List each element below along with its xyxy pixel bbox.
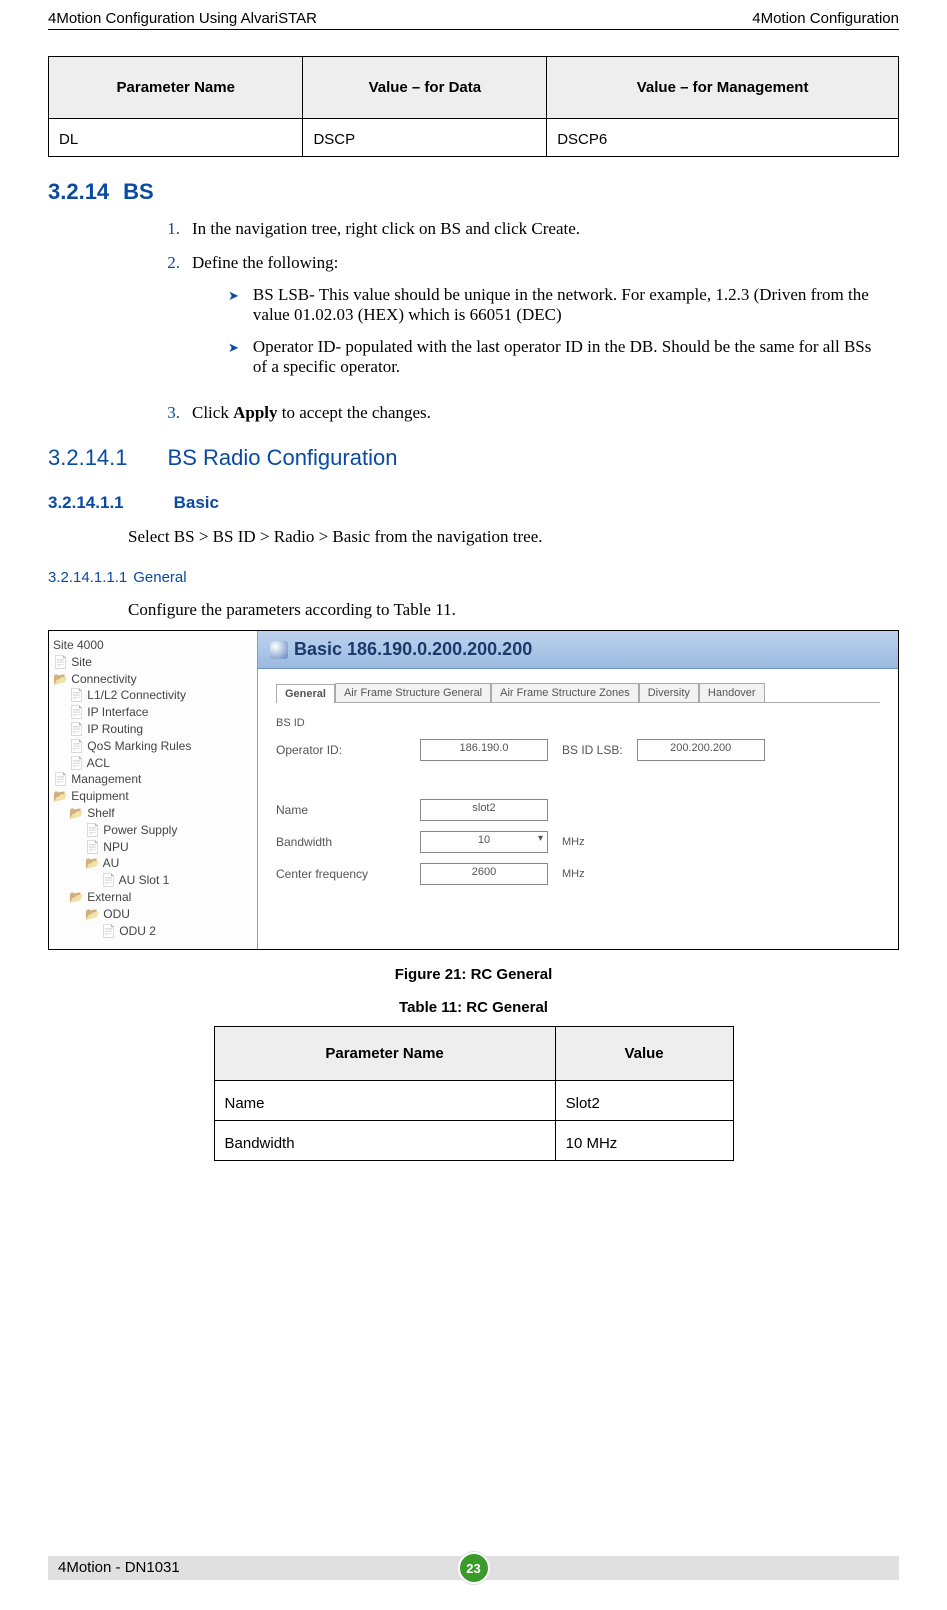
step-2: 2. Define the following: ➤ BS LSB- This … bbox=[158, 253, 879, 389]
table-row: Bandwidth 10 MHz bbox=[214, 1121, 733, 1161]
secnum: 3.2.14 bbox=[48, 179, 109, 205]
tree-shelf[interactable]: Shelf bbox=[53, 805, 253, 822]
unit-mhz: MHz bbox=[562, 836, 585, 848]
bullet-text: BS LSB- This value should be unique in t… bbox=[253, 285, 879, 325]
label-name: Name bbox=[276, 803, 406, 817]
post: to accept the changes. bbox=[278, 403, 431, 422]
label-bandwidth: Bandwidth bbox=[276, 835, 406, 849]
bullet-text: Operator ID- populated with the last ope… bbox=[253, 337, 879, 377]
cell-dscp6: DSCP6 bbox=[547, 119, 899, 157]
header-rule bbox=[48, 29, 899, 30]
screenshot-rc-general: Site 4000 Site Connectivity L1/L2 Connec… bbox=[48, 630, 899, 950]
tab-diversity[interactable]: Diversity bbox=[639, 683, 699, 702]
tree-odu[interactable]: ODU bbox=[53, 906, 253, 923]
footer-left: 4Motion - DN1031 bbox=[58, 1559, 180, 1576]
section-3-2-14-1: 3.2.14.1 BS Radio Configuration bbox=[48, 445, 899, 471]
cell: Slot2 bbox=[555, 1081, 733, 1121]
input-center-frequency[interactable]: 2600 bbox=[420, 863, 548, 885]
tab-air-frame-zones[interactable]: Air Frame Structure Zones bbox=[491, 683, 639, 702]
tree-site[interactable]: Site bbox=[53, 654, 253, 671]
th-param-name: Parameter Name bbox=[49, 57, 303, 119]
bullet-operator-id: ➤ Operator ID- populated with the last o… bbox=[228, 337, 879, 377]
secnum: 3.2.14.1.1 bbox=[48, 493, 124, 513]
panel-title-text: Basic 186.190.0.200.200.200 bbox=[294, 639, 532, 660]
tree-acl[interactable]: ACL bbox=[53, 755, 253, 772]
step-num: 1. bbox=[158, 219, 180, 239]
section-3-2-14-1-1-1: 3.2.14.1.1.1 General bbox=[48, 569, 899, 586]
bullet-bs-lsb: ➤ BS LSB- This value should be unique in… bbox=[228, 285, 879, 325]
tab-handover[interactable]: Handover bbox=[699, 683, 765, 702]
label-center-frequency: Center frequency bbox=[276, 867, 406, 881]
th-param-name: Parameter Name bbox=[214, 1027, 555, 1081]
header-left: 4Motion Configuration Using AlvariSTAR bbox=[48, 10, 317, 27]
sectitle: Basic bbox=[174, 493, 219, 513]
table-caption: Table 11: RC General bbox=[48, 999, 899, 1016]
panel-title: Basic 186.190.0.200.200.200 bbox=[258, 631, 898, 669]
table-11: Parameter Name Value Name Slot2 Bandwidt… bbox=[214, 1026, 734, 1161]
apply-bold: Apply bbox=[233, 403, 277, 422]
bullet-icon: ➤ bbox=[228, 285, 239, 325]
section-3-2-14: 3.2.14 BS bbox=[48, 179, 899, 205]
step-3: 3. Click Apply to accept the changes. bbox=[158, 403, 879, 423]
figure-caption: Figure 21: RC General bbox=[48, 966, 899, 983]
panel-icon bbox=[270, 641, 288, 659]
section-3-2-14-1-1: 3.2.14.1.1 Basic bbox=[48, 493, 899, 513]
th-value-mgmt: Value – for Management bbox=[547, 57, 899, 119]
step-num: 2. bbox=[158, 253, 180, 389]
cell: Name bbox=[214, 1081, 555, 1121]
sectitle: BS bbox=[123, 179, 154, 205]
label-operator-id: Operator ID: bbox=[276, 743, 406, 757]
tab-general[interactable]: General bbox=[276, 684, 335, 703]
tree-qos[interactable]: QoS Marking Rules bbox=[53, 738, 253, 755]
tree-ip-interface[interactable]: IP Interface bbox=[53, 704, 253, 721]
sectitle: General bbox=[133, 569, 186, 586]
secnum: 3.2.14.1.1.1 bbox=[48, 569, 127, 586]
general-intro: Configure the parameters according to Ta… bbox=[128, 600, 899, 620]
tree-equipment[interactable]: Equipment bbox=[53, 788, 253, 805]
basic-intro: Select BS > BS ID > Radio > Basic from t… bbox=[128, 527, 899, 547]
table-row: Name Slot2 bbox=[214, 1081, 733, 1121]
header-right: 4Motion Configuration bbox=[752, 10, 899, 27]
tab-air-frame-general[interactable]: Air Frame Structure General bbox=[335, 683, 491, 702]
input-operator-id[interactable]: 186.190.0 bbox=[420, 739, 548, 761]
unit-mhz: MHz bbox=[562, 868, 585, 880]
top-parameter-table: Parameter Name Value – for Data Value – … bbox=[48, 56, 899, 157]
table-row: DL DSCP DSCP6 bbox=[49, 119, 899, 157]
step-num: 3. bbox=[158, 403, 180, 423]
input-bs-id-lsb[interactable]: 200.200.200 bbox=[637, 739, 765, 761]
input-name[interactable]: slot2 bbox=[420, 799, 548, 821]
cell-dl: DL bbox=[49, 119, 303, 157]
cell-dscp: DSCP bbox=[303, 119, 547, 157]
select-bandwidth[interactable]: 10 bbox=[420, 831, 548, 853]
nav-tree[interactable]: Site 4000 Site Connectivity L1/L2 Connec… bbox=[49, 631, 258, 949]
tree-management[interactable]: Management bbox=[53, 771, 253, 788]
tree-connectivity[interactable]: Connectivity bbox=[53, 671, 253, 688]
page-number-badge: 23 bbox=[458, 1552, 490, 1584]
tree-external[interactable]: External bbox=[53, 889, 253, 906]
th-value-data: Value – for Data bbox=[303, 57, 547, 119]
step-text: Define the following: bbox=[192, 253, 338, 272]
tree-root[interactable]: Site 4000 bbox=[53, 637, 253, 654]
pre: Click bbox=[192, 403, 233, 422]
tree-au-slot-1[interactable]: AU Slot 1 bbox=[53, 872, 253, 889]
sectitle: BS Radio Configuration bbox=[168, 445, 398, 471]
tabs: General Air Frame Structure General Air … bbox=[276, 683, 880, 703]
tree-psu[interactable]: Power Supply bbox=[53, 822, 253, 839]
tree-ip-routing[interactable]: IP Routing bbox=[53, 721, 253, 738]
bullet-icon: ➤ bbox=[228, 337, 239, 377]
tree-l1l2[interactable]: L1/L2 Connectivity bbox=[53, 687, 253, 704]
fieldset-bs-id: BS ID bbox=[276, 717, 880, 729]
secnum: 3.2.14.1 bbox=[48, 445, 128, 471]
tree-npu[interactable]: NPU bbox=[53, 839, 253, 856]
tree-odu-2[interactable]: ODU 2 bbox=[53, 923, 253, 940]
step-1: 1. In the navigation tree, right click o… bbox=[158, 219, 879, 239]
label-bs-id-lsb: BS ID LSB: bbox=[562, 743, 623, 757]
cell: 10 MHz bbox=[555, 1121, 733, 1161]
footer: 4Motion - DN1031 23 bbox=[48, 1556, 899, 1580]
cell: Bandwidth bbox=[214, 1121, 555, 1161]
tree-au[interactable]: AU bbox=[53, 855, 253, 872]
step-text: Click Apply to accept the changes. bbox=[192, 403, 431, 423]
step-text: In the navigation tree, right click on B… bbox=[192, 219, 580, 239]
th-value: Value bbox=[555, 1027, 733, 1081]
